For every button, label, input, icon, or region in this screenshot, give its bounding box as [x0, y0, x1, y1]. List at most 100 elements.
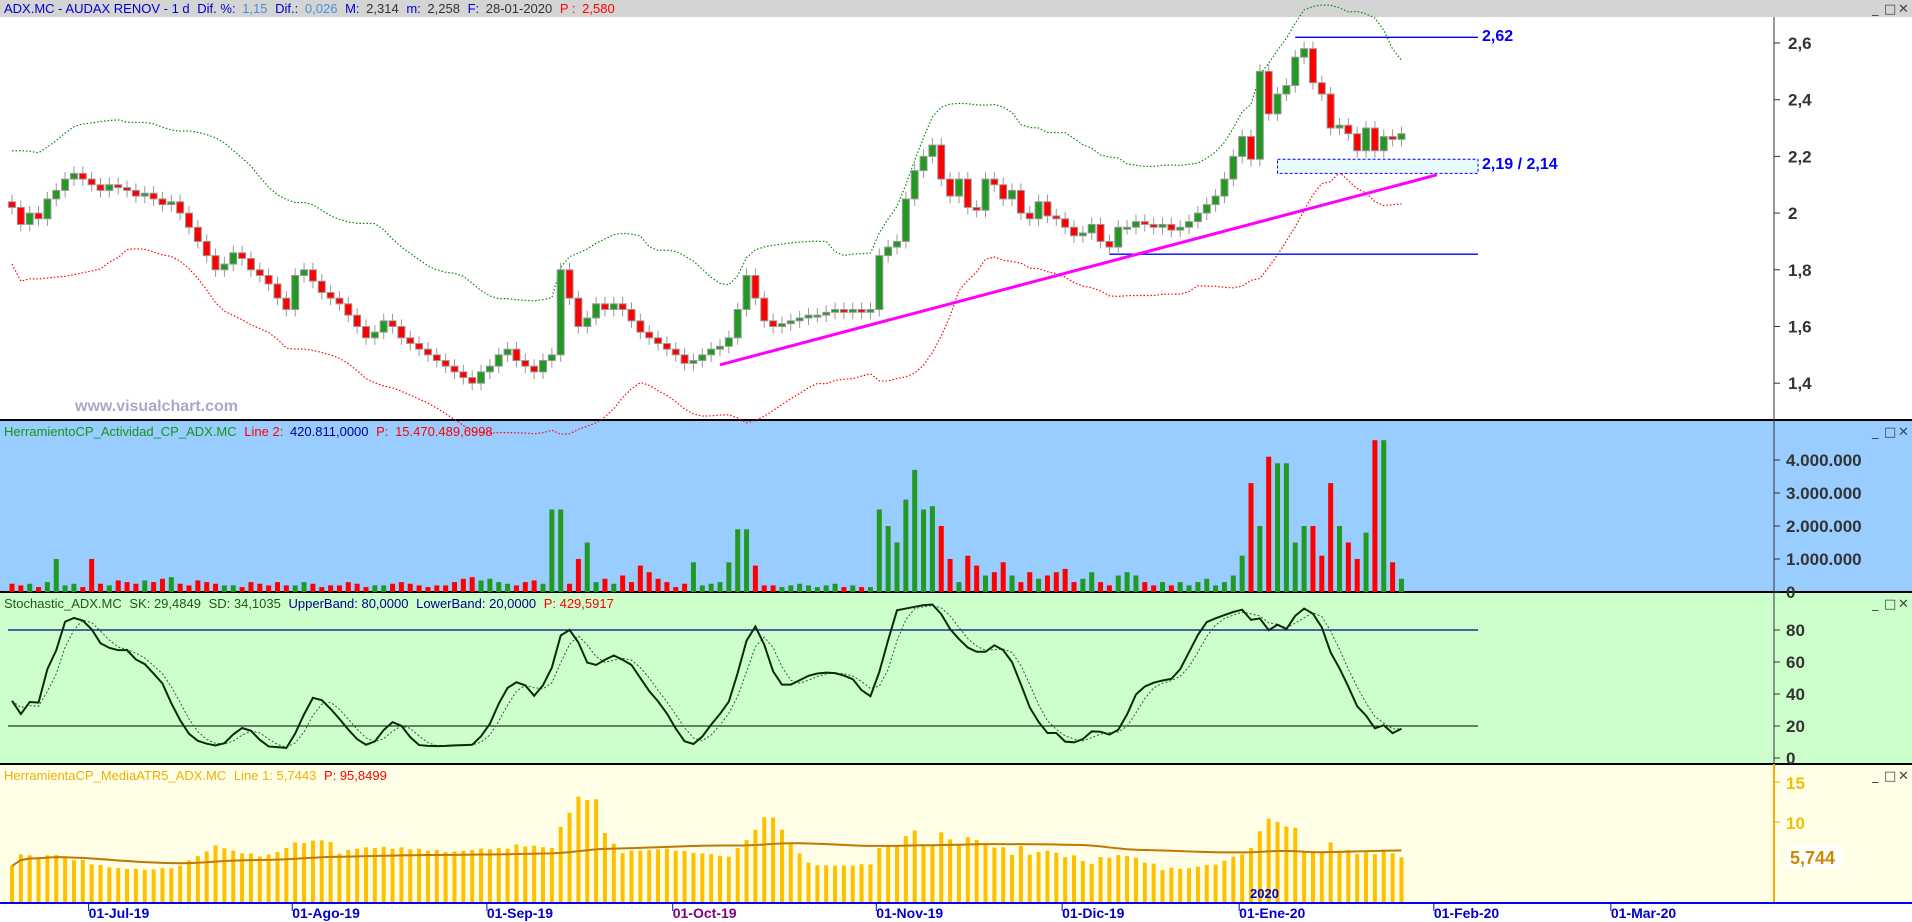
candle-body	[140, 192, 149, 197]
atr-bar	[921, 845, 926, 902]
candle-body	[149, 192, 158, 200]
candle-body	[432, 354, 441, 362]
minimize-button[interactable]: _	[1871, 597, 1879, 612]
candle-body	[96, 184, 105, 191]
candle-body	[919, 155, 928, 172]
candle-body	[1149, 223, 1158, 228]
close-button[interactable]: ✕	[1898, 769, 1909, 784]
volume-bar	[142, 580, 148, 592]
p-label: P :	[560, 1, 576, 16]
volume-bar	[204, 582, 210, 592]
candle-body	[707, 348, 716, 356]
candle-body	[946, 178, 955, 197]
minimize-button[interactable]: _	[1871, 769, 1879, 784]
maximize-button[interactable]: □	[1884, 597, 1896, 612]
volume-bar	[372, 585, 378, 592]
atr-bar	[1151, 863, 1156, 902]
atr-bar	[1063, 857, 1068, 902]
volume-bar	[956, 582, 962, 592]
volume-bar	[195, 580, 201, 592]
candle-body	[1370, 127, 1379, 152]
atr-bar	[656, 849, 661, 902]
candle-body	[972, 206, 981, 211]
volume-tick-label: 1.000.000	[1786, 550, 1862, 569]
atr-bar	[1107, 857, 1112, 902]
candle-body	[69, 172, 78, 180]
candle-body	[1247, 136, 1255, 160]
volume-bar	[44, 582, 50, 592]
candle-body	[176, 201, 185, 214]
atr-line: Line 1: 5,7443	[234, 768, 316, 783]
price-tick-label: 1,4	[1788, 374, 1812, 393]
stoch-lower: LowerBand: 20,0000	[416, 596, 536, 611]
atr-p: P: 95,8499	[324, 768, 387, 783]
candle-body	[415, 343, 424, 350]
close-button[interactable]: ✕	[1898, 425, 1909, 440]
candle-body	[1335, 124, 1344, 129]
candle-body	[1034, 201, 1043, 220]
atr-bar	[1080, 861, 1085, 902]
candle-body	[627, 308, 636, 322]
candle-body	[530, 365, 539, 373]
candle-body	[61, 178, 70, 191]
volume-bar	[133, 583, 139, 592]
candle-body	[600, 303, 609, 310]
volume-line-label: Line 2:	[244, 424, 283, 439]
volume-bar	[974, 565, 980, 592]
atr-bar	[1240, 854, 1245, 902]
candle-body	[193, 226, 202, 242]
price-panel[interactable]	[0, 17, 1912, 420]
atr-bar	[1284, 826, 1289, 902]
volume-panel[interactable]	[0, 420, 1912, 592]
atr-bar	[541, 847, 545, 902]
volume-p-value: 15.470.489,6998	[395, 424, 493, 439]
volume-bar	[1160, 582, 1165, 592]
atr-bar	[762, 817, 767, 902]
stochastic-window-controls: _ □ ✕	[1871, 597, 1909, 612]
atr-bar	[328, 842, 333, 902]
candle-body	[1291, 56, 1300, 87]
chart-canvas[interactable]: 2,6 2,4 2,2 2 1,8 1,6 1,4 4.000.000 3.000.000 2.0…	[0, 0, 1912, 922]
volume-bar	[168, 577, 174, 592]
candle-body	[512, 348, 521, 362]
atr-bar	[956, 845, 961, 902]
minimize-button[interactable]: _	[1871, 425, 1879, 440]
volume-bar	[593, 582, 599, 592]
candle-body	[185, 212, 193, 228]
stochastic-panel[interactable]	[0, 592, 1912, 764]
volume-bar	[36, 587, 42, 592]
candle-body	[441, 360, 450, 367]
atr-bar	[346, 850, 351, 902]
volume-bar	[89, 559, 95, 592]
atr-bar	[514, 844, 519, 902]
close-button[interactable]: ✕	[1898, 597, 1909, 612]
atr-bar	[868, 864, 873, 902]
atr-bar	[160, 868, 165, 902]
volume-bar	[336, 585, 342, 592]
atr-bar	[664, 848, 669, 902]
candle-body	[831, 308, 840, 313]
candle-body	[308, 269, 317, 282]
candle-body	[1397, 133, 1406, 140]
candle-body	[884, 246, 893, 257]
maximize-button[interactable]: □	[1884, 2, 1896, 17]
minimize-button[interactable]: _	[1871, 2, 1879, 17]
maximize-button[interactable]: □	[1884, 425, 1896, 440]
symbol-label: ADX.MC - AUDAX RENOV - 1 d	[4, 1, 190, 16]
candle-body	[123, 187, 132, 191]
date-label: F:	[468, 1, 480, 16]
candle-body	[521, 360, 530, 367]
close-button[interactable]: ✕	[1898, 2, 1909, 17]
volume-bar	[301, 582, 307, 592]
candle-body	[1016, 189, 1025, 214]
atr-bar	[983, 844, 988, 902]
volume-bar	[832, 583, 838, 592]
volume-bar	[735, 529, 741, 592]
maximize-button[interactable]: □	[1884, 769, 1896, 784]
candle-body	[777, 323, 786, 328]
candle-body	[893, 240, 901, 248]
candle-body	[468, 377, 477, 384]
volume-bar	[319, 587, 325, 592]
candle-body	[981, 178, 990, 211]
candle-body	[733, 308, 742, 339]
